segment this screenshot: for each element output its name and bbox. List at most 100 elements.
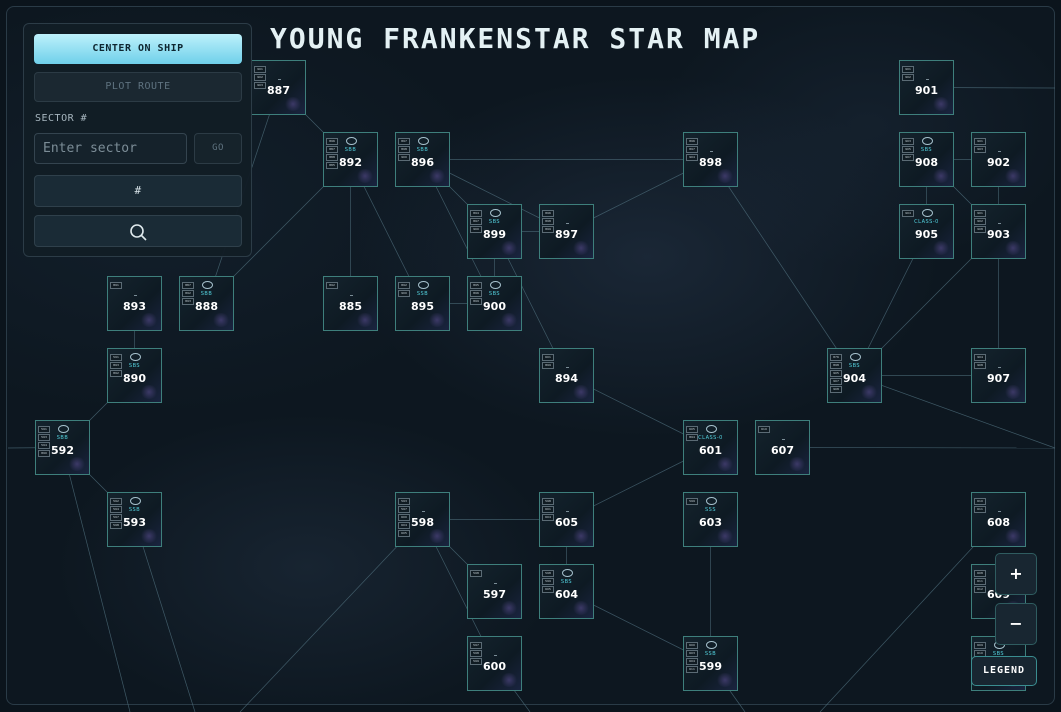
nebula-icon	[68, 457, 86, 471]
warp-tag: 601	[542, 354, 554, 361]
nebula-icon	[140, 385, 158, 399]
legend-button[interactable]: LEGEND	[971, 656, 1037, 686]
nebula-icon	[212, 313, 230, 327]
sector-number: 900	[483, 300, 506, 313]
warp-tag: 892	[326, 282, 338, 289]
sector-node[interactable]: 895 896 899 SBS 900	[467, 276, 522, 331]
port-class-label: SBS	[488, 219, 501, 225]
sector-node[interactable]: 592 594 597 598 SSB 593	[107, 492, 162, 547]
warp-tag: 902	[902, 74, 914, 81]
planet-icon	[418, 281, 429, 289]
empty-port-marker	[710, 151, 713, 152]
sector-node[interactable]: 591 593 594 890 SBB 592	[35, 420, 90, 475]
sector-node[interactable]: 901 902 903 887	[251, 60, 306, 115]
warp-list: 610	[758, 426, 770, 433]
sector-node[interactable]: 892 885	[323, 276, 378, 331]
sector-number-toggle-button[interactable]: #	[34, 175, 242, 207]
sector-number: 895	[411, 300, 434, 313]
empty-port-marker	[494, 583, 497, 584]
sector-node[interactable]: 896 898 899 897	[539, 204, 594, 259]
sector-node[interactable]: 904 908 907	[971, 348, 1026, 403]
port-class-label: SBB	[344, 147, 357, 153]
sector-number: 593	[123, 516, 146, 529]
warp-tag: 892	[398, 282, 410, 289]
sector-node[interactable]: 600 603 604 611 SSB 599	[683, 636, 738, 691]
sector-number: 598	[411, 516, 434, 529]
zoom-out-button[interactable]: −	[995, 603, 1037, 645]
sector-node[interactable]: 901 903 902	[971, 132, 1026, 187]
sector-node[interactable]: 605 894 CLASS-0 601	[683, 420, 738, 475]
nebula-icon	[716, 673, 734, 687]
warp-tag: 904	[974, 354, 986, 361]
sector-node[interactable]: 894 897 900 SBS 899	[467, 204, 522, 259]
warp-list: 901 902	[902, 66, 914, 81]
warp-list: 904 908	[974, 354, 986, 369]
nebula-icon	[932, 169, 950, 183]
sector-node[interactable]: 901 902 901	[899, 60, 954, 115]
sector-node[interactable]: 892 900 SSB 895	[395, 276, 450, 331]
warp-tag: 591	[110, 354, 122, 361]
nebula-icon	[788, 457, 806, 471]
warp-tag: 896	[326, 138, 338, 145]
sector-number: 885	[339, 300, 362, 313]
sector-node[interactable]: 896 887 888 885 SBB 892	[323, 132, 378, 187]
sector-node[interactable]: 903 905 907 SBS 908	[899, 132, 954, 187]
sector-node[interactable]: 598 601 604 605	[539, 492, 594, 547]
warp-tag: 599	[686, 498, 698, 505]
warp-list: 599	[686, 498, 698, 505]
control-panel: CENTER ON SHIP PLOT ROUTE SECTOR # GO #	[23, 23, 252, 257]
sector-node[interactable]: 901 902 908 903	[971, 204, 1026, 259]
sector-input[interactable]	[34, 133, 187, 164]
sector-node[interactable]: 593 597 600 604 605 598	[395, 492, 450, 547]
empty-port-marker	[422, 511, 425, 512]
sector-number: 599	[699, 660, 722, 673]
port-class-label: SBS	[848, 363, 861, 369]
planet-icon	[706, 425, 717, 433]
warp-tag: 592	[110, 498, 122, 505]
nebula-icon	[860, 385, 878, 399]
sector-node[interactable]: 601 899 894	[539, 348, 594, 403]
warp-tag: 593	[398, 498, 410, 505]
sector-number: 899	[483, 228, 506, 241]
sector-node[interactable]: 598 599 605 SBS 604	[539, 564, 594, 619]
sector-node[interactable]: 591 893 892 SBS 890	[107, 348, 162, 403]
sector-node[interactable]: 887 892 893 SBB 888	[179, 276, 234, 331]
sector-number: 896	[411, 156, 434, 169]
sector-number: 897	[555, 228, 578, 241]
warp-tag: 598	[542, 498, 554, 505]
nebula-icon	[356, 169, 374, 183]
sector-node[interactable]: 599 SSS 603	[683, 492, 738, 547]
warp-tag: 901	[902, 66, 914, 73]
warp-tag: 901	[974, 210, 986, 217]
plot-route-button[interactable]: PLOT ROUTE	[34, 72, 242, 102]
sector-node[interactable]: 904 CLASS-0 905	[899, 204, 954, 259]
go-button[interactable]: GO	[194, 133, 242, 164]
sector-node[interactable]: 610 607	[755, 420, 810, 475]
sector-number: 600	[483, 660, 506, 673]
warp-list: 901 903	[974, 138, 986, 153]
sector-node[interactable]: 598 597	[467, 564, 522, 619]
sector-node[interactable]: 610 611 608	[971, 492, 1026, 547]
sector-number: 604	[555, 588, 578, 601]
warp-tag: 610	[758, 426, 770, 433]
sector-node[interactable]: 896 897 904 898	[683, 132, 738, 187]
sector-node[interactable]: 891 893	[107, 276, 162, 331]
sector-node[interactable]: 897 898 900 SBB 896	[395, 132, 450, 187]
empty-port-marker	[926, 79, 929, 80]
nebula-icon	[428, 529, 446, 543]
sector-number: 892	[339, 156, 362, 169]
sector-number: 605	[555, 516, 578, 529]
center-on-ship-button[interactable]: CENTER ON SHIP	[34, 34, 242, 64]
sector-node[interactable]: 597 598 599 600	[467, 636, 522, 691]
sector-number: 907	[987, 372, 1010, 385]
warp-tag: 891	[110, 282, 122, 289]
search-button[interactable]	[34, 215, 242, 247]
warp-tag: 899	[542, 362, 554, 369]
sector-node[interactable]: 876 898 905 907 908 SBS 904	[827, 348, 882, 403]
zoom-in-button[interactable]: +	[995, 553, 1037, 595]
sector-number: 603	[699, 516, 722, 529]
port-class-label: SSS	[704, 507, 717, 513]
sector-number: 597	[483, 588, 506, 601]
warp-tag: 600	[686, 642, 698, 649]
warp-tag: 605	[398, 530, 410, 537]
